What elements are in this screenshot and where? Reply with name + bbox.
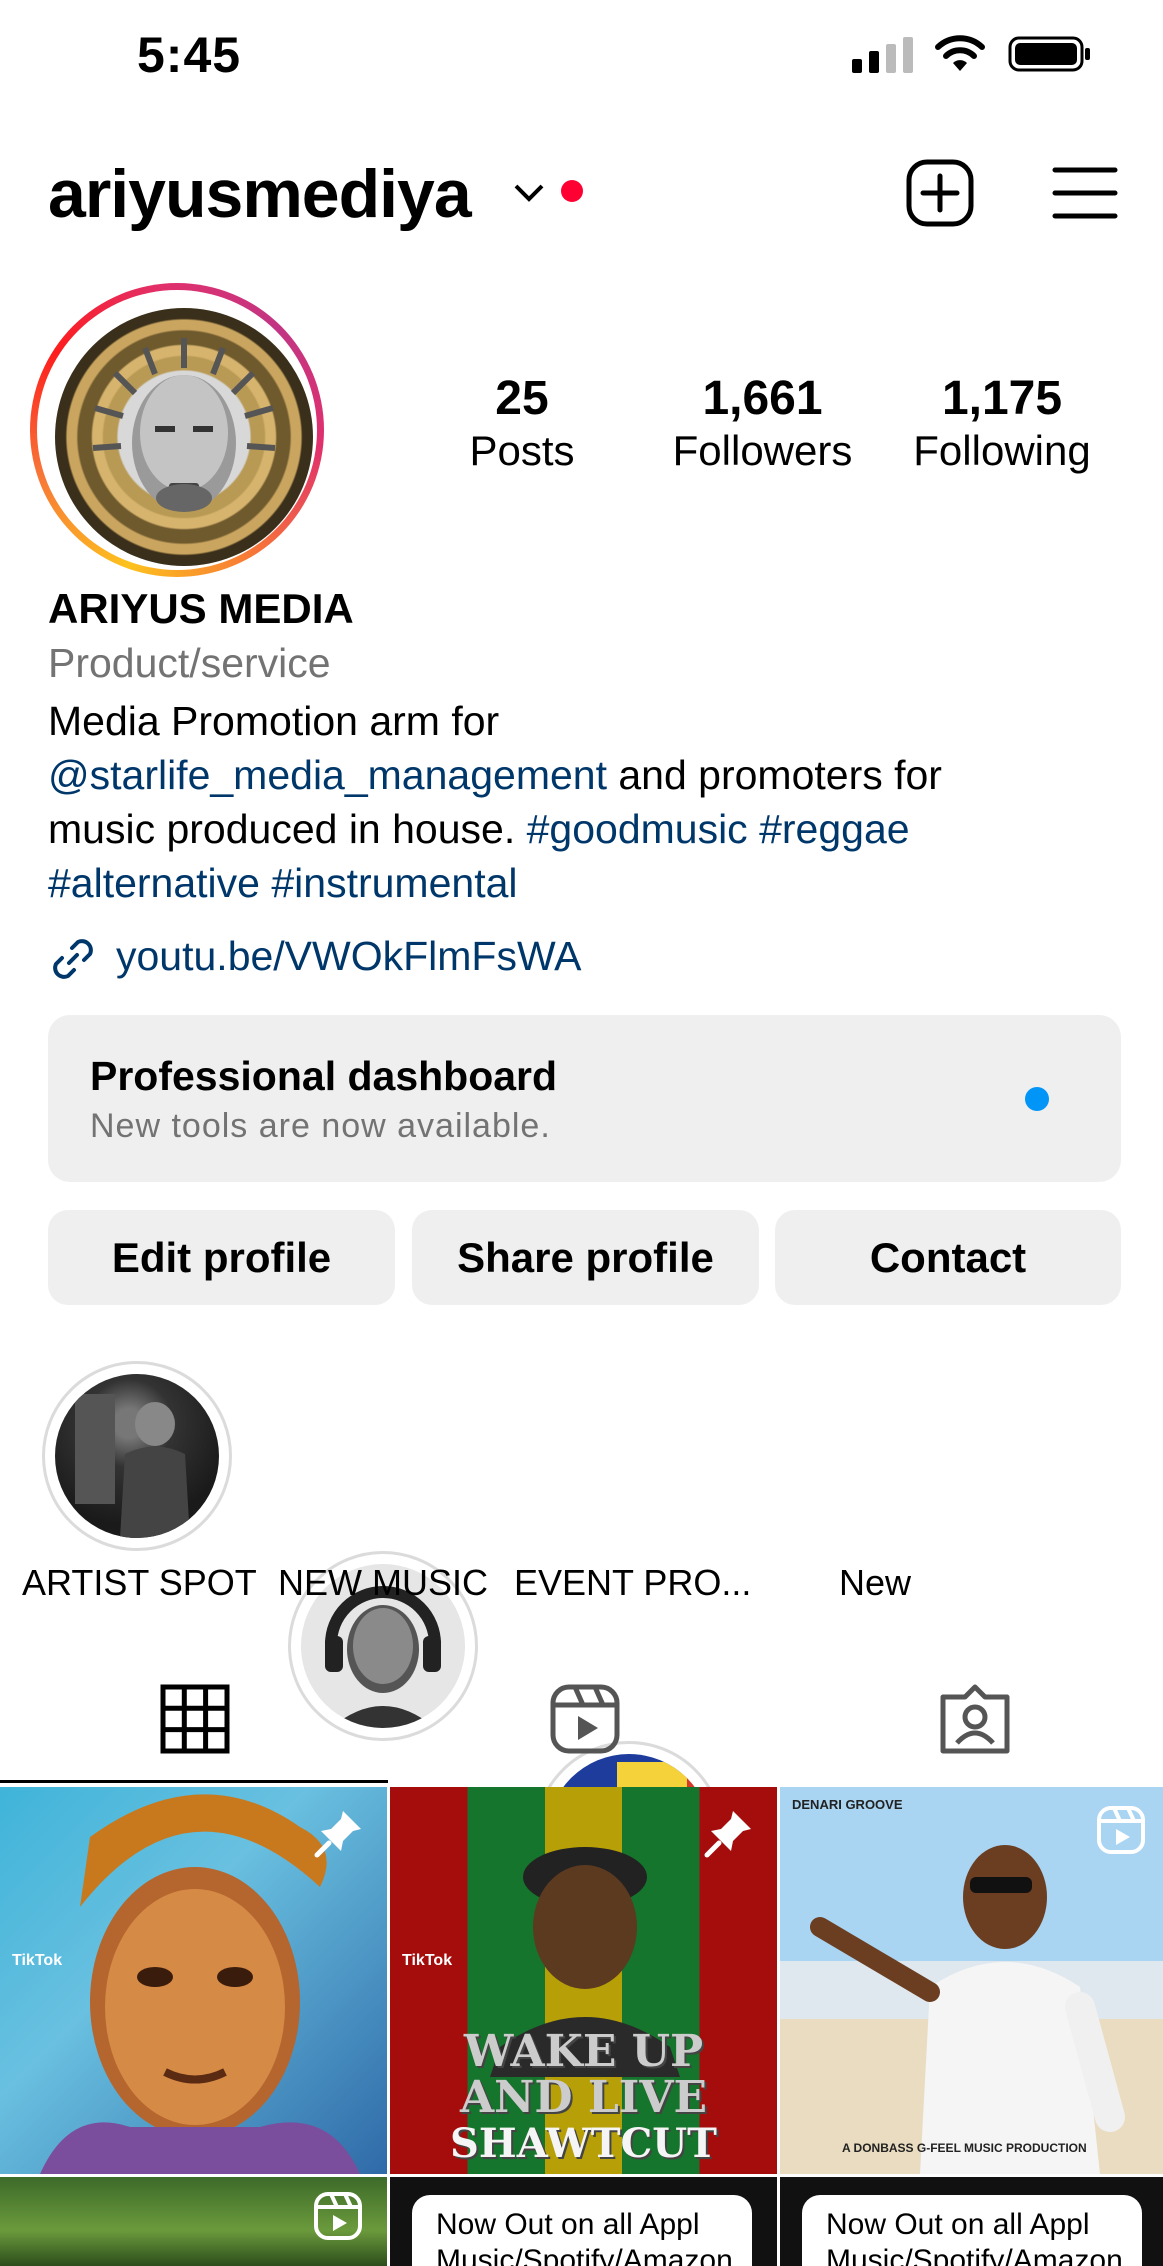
edit-profile-button[interactable]: Edit profile (48, 1210, 395, 1305)
stat-posts[interactable]: 25 Posts (422, 372, 622, 476)
wifi-icon (935, 35, 985, 71)
cellular-signal-icon (852, 37, 913, 73)
reels-icon[interactable] (549, 1683, 621, 1755)
highlight-label: ARTIST SPOT (22, 1562, 257, 1603)
hashtag-link[interactable]: #goodmusic (527, 806, 748, 852)
post-3-footer: A DONBASS G-FEEL MUSIC PRODUCTION (842, 2141, 1087, 2155)
bio-text: and promoters for (606, 752, 942, 798)
profile-display-name: ARIYUS MEDIA (48, 585, 354, 632)
hashtag-link[interactable]: #instrumental (271, 860, 517, 906)
post-5-caption-line: Music/Spotify/Amazon (436, 2244, 733, 2266)
stat-followers[interactable]: 1,661 Followers (660, 372, 865, 476)
pin-icon (314, 1811, 361, 1858)
hashtag-link[interactable]: #reggae (759, 806, 909, 852)
profile-username[interactable]: ariyusmediya (48, 155, 472, 233)
bio-text: Media Promotion arm for (48, 698, 500, 744)
profile-avatar[interactable] (30, 283, 324, 577)
hamburger-menu-icon[interactable] (1052, 165, 1118, 221)
stat-following-label: Following (913, 426, 1091, 474)
pin-icon (704, 1811, 751, 1858)
post-5-caption-line: Now Out on all Appl (436, 2208, 700, 2241)
post-2-caption-line: SHAWTCUT (450, 2120, 717, 2167)
grid-post-4[interactable] (0, 2177, 387, 2266)
grid-post-1[interactable]: TikTok (0, 1787, 387, 2174)
post-2-caption: WAKE UP AND LIVE SHAWTCUT (390, 2029, 777, 2167)
reels-badge-icon (1097, 1806, 1145, 1854)
post-2-caption-line: WAKE UP (463, 2026, 704, 2077)
bio-mention-link[interactable]: @starlife_media_management (48, 752, 607, 798)
tiktok-watermark: TikTok (402, 1952, 453, 1969)
highlight-label: EVENT PRO... (514, 1562, 752, 1603)
hashtag-link[interactable]: #alternative (48, 860, 260, 906)
reels-badge-icon (314, 2192, 362, 2240)
active-tab-indicator (0, 1780, 388, 1783)
grid-post-5[interactable]: Now Out on all Appl Music/Spotify/Amazon (390, 2177, 777, 2266)
stat-followers-value: 1,661 (702, 372, 823, 425)
grid-post-2[interactable]: TikTok WAKE UP AND LIVE SHAWTCUT (390, 1787, 777, 2174)
tagged-icon[interactable] (939, 1683, 1011, 1755)
battery-icon (1008, 36, 1090, 72)
plus-square-icon[interactable] (905, 158, 975, 228)
profile-link-text[interactable]: youtu.be/VWOkFlmFsWA (116, 933, 582, 979)
grid-icon[interactable] (159, 1683, 231, 1755)
stat-posts-label: Posts (469, 426, 575, 474)
grid-post-6[interactable]: Now Out on all Appl Music/Spotify/Amazon (780, 2177, 1163, 2266)
stat-posts-value: 25 (495, 372, 549, 425)
stat-followers-label: Followers (672, 426, 853, 474)
post-6-caption: Now Out on all Appl Music/Spotify/Amazon (802, 2195, 1142, 2266)
post-3-header: DENARI GROOVE (792, 1797, 903, 1812)
stat-following[interactable]: 1,175 Following (897, 372, 1107, 476)
dashboard-subtitle: New tools are now available. (90, 1107, 551, 1145)
status-time: 5:45 (137, 27, 242, 83)
dashboard-title: Professional dashboard (90, 1053, 558, 1099)
profile-category: Product/service (48, 640, 331, 686)
stat-following-value: 1,175 (941, 372, 1063, 425)
tiktok-watermark: TikTok (12, 1952, 63, 1969)
post-6-caption-line: Music/Spotify/Amazon (826, 2244, 1123, 2266)
dashboard-new-indicator (1025, 1087, 1049, 1111)
highlight-label: New (838, 1562, 912, 1603)
professional-dashboard[interactable]: Professional dashboard New tools are now… (48, 1015, 1121, 1182)
profile-bio: Media Promotion arm for @starlife_media_… (48, 694, 1128, 910)
link-icon (53, 939, 93, 980)
notification-dot (561, 180, 583, 202)
contact-button[interactable]: Contact (775, 1210, 1121, 1305)
bio-text: music produced in house. (48, 806, 527, 852)
share-profile-button[interactable]: Share profile (412, 1210, 759, 1305)
avatar-image (55, 308, 313, 566)
post-5-caption: Now Out on all Appl Music/Spotify/Amazon (412, 2195, 752, 2266)
post-6-caption-line: Now Out on all Appl (826, 2208, 1090, 2241)
chevron-down-icon[interactable] (512, 178, 546, 206)
post-2-caption-line: AND LIVE (459, 2072, 708, 2123)
highlight-artist-spot-image (55, 1374, 219, 1538)
profile-link[interactable]: youtu.be/VWOkFlmFsWA (48, 933, 582, 984)
grid-post-3[interactable]: DENARI GROOVE A DONBASS G-FEEL MUSIC PRO… (780, 1787, 1163, 2174)
highlight-label: NEW MUSIC (278, 1562, 488, 1603)
highlight-artist-spot[interactable] (42, 1361, 232, 1551)
